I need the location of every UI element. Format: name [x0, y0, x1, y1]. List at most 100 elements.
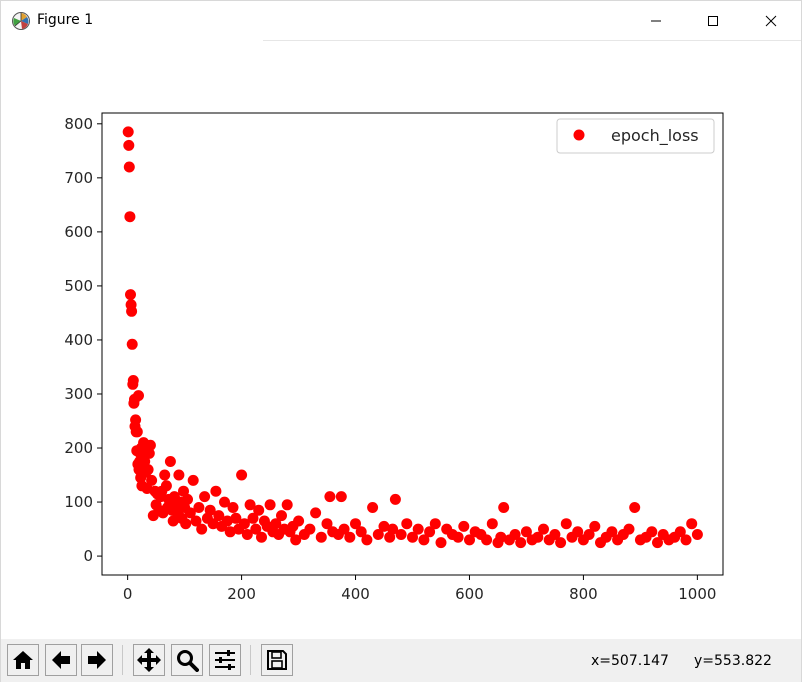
data-point [486, 518, 498, 530]
data-point [236, 469, 248, 481]
data-point [199, 491, 211, 503]
forward-button[interactable] [81, 644, 113, 676]
pan-button[interactable] [133, 644, 165, 676]
data-point [227, 502, 239, 513]
configure-subplots-button[interactable] [209, 644, 241, 676]
magnifier-icon [177, 650, 199, 672]
data-point [122, 126, 134, 138]
figure-canvas[interactable]: 0 200 400 600 800 1000 0 100 200 300 400 500 600 700… [1, 41, 801, 639]
data-point [555, 537, 567, 549]
matplotlib-icon [11, 11, 31, 31]
data-point [324, 491, 336, 503]
x-tick-label: 800 [569, 585, 598, 603]
floppy-disk-icon [267, 650, 287, 670]
move-icon [137, 648, 161, 672]
data-point [344, 531, 356, 543]
navigation-toolbar: x=507.147 y=553.822 [1, 639, 801, 682]
arrow-left-icon [52, 651, 70, 669]
data-point [629, 502, 641, 513]
data-point [159, 469, 171, 481]
y-tick-label: 100 [64, 493, 93, 511]
data-point [623, 523, 635, 535]
y-axis-ticks: 0 100 200 300 400 500 600 700 800 [64, 115, 102, 565]
data-point [538, 523, 549, 535]
maximize-icon [708, 16, 718, 26]
y-tick-label: 600 [64, 223, 93, 241]
data-point [367, 502, 379, 513]
y-tick-label: 500 [64, 277, 93, 295]
y-tick-label: 0 [83, 547, 93, 565]
data-point [126, 305, 138, 317]
y-tick-label: 800 [64, 115, 93, 133]
legend-marker [573, 129, 585, 141]
minimize-icon [651, 20, 661, 22]
data-point [401, 518, 413, 530]
data-point [196, 523, 208, 535]
y-tick-label: 400 [64, 331, 93, 349]
data-point [264, 499, 276, 511]
close-icon [765, 15, 777, 27]
data-point [589, 520, 601, 532]
x-tick-label: 600 [455, 585, 484, 603]
data-point [144, 439, 156, 451]
arrow-right-icon [88, 651, 106, 669]
back-button[interactable] [45, 644, 77, 676]
data-point [646, 526, 658, 538]
data-point [560, 518, 572, 530]
data-point [395, 529, 407, 540]
scatter-chart[interactable]: 0 200 400 600 800 1000 0 100 200 300 400 500 600 700… [1, 41, 801, 639]
title-bar: Figure 1 [1, 1, 801, 41]
y-tick-label: 300 [64, 385, 93, 403]
toolbar-separator [250, 645, 251, 675]
sliders-icon [215, 650, 235, 670]
data-point [458, 520, 470, 532]
data-point [142, 464, 154, 476]
data-point [412, 523, 424, 535]
figure-window: Figure 1 0 200 400 600 800 1000 0 100 200 300 400… [0, 0, 802, 682]
y-coordinate-readout: y=553.822 [694, 653, 772, 669]
data-point [481, 534, 493, 546]
data-point [304, 523, 316, 535]
zoom-button[interactable] [171, 644, 203, 676]
x-axis-ticks: 0 200 400 600 800 1000 [123, 575, 716, 603]
home-button[interactable] [7, 644, 39, 676]
data-point [182, 493, 193, 505]
data-point [131, 426, 143, 438]
data-point [276, 510, 287, 522]
data-point [361, 534, 373, 546]
data-point [164, 456, 176, 467]
x-coordinate-readout: x=507.147 [591, 653, 669, 669]
data-point [389, 493, 401, 505]
data-point [125, 289, 136, 301]
data-point [253, 504, 265, 516]
toolbar-separator [122, 645, 123, 675]
data-point [126, 338, 138, 350]
close-button[interactable] [748, 1, 794, 41]
data-point [123, 139, 135, 151]
home-icon [13, 651, 33, 669]
data-point [452, 531, 464, 543]
data-point [498, 502, 510, 513]
x-tick-label: 400 [341, 585, 370, 603]
x-tick-label: 1000 [678, 585, 716, 603]
minimize-button[interactable] [633, 1, 679, 41]
legend-label: epoch_loss [611, 126, 699, 146]
data-point [210, 485, 222, 497]
data-point [293, 515, 305, 527]
data-point [160, 480, 172, 492]
data-point [256, 531, 267, 543]
maximize-button[interactable] [690, 1, 736, 41]
legend: epoch_loss [556, 118, 715, 154]
y-tick-label: 700 [64, 169, 93, 187]
data-point [281, 499, 293, 511]
data-point [146, 474, 158, 486]
data-point [127, 375, 139, 386]
data-point [124, 211, 136, 223]
data-point [123, 161, 135, 173]
data-point [515, 537, 527, 549]
data-point [335, 491, 347, 503]
save-button[interactable] [261, 644, 293, 676]
data-point [310, 507, 322, 519]
x-tick-label: 200 [227, 585, 256, 603]
data-point [315, 531, 327, 543]
